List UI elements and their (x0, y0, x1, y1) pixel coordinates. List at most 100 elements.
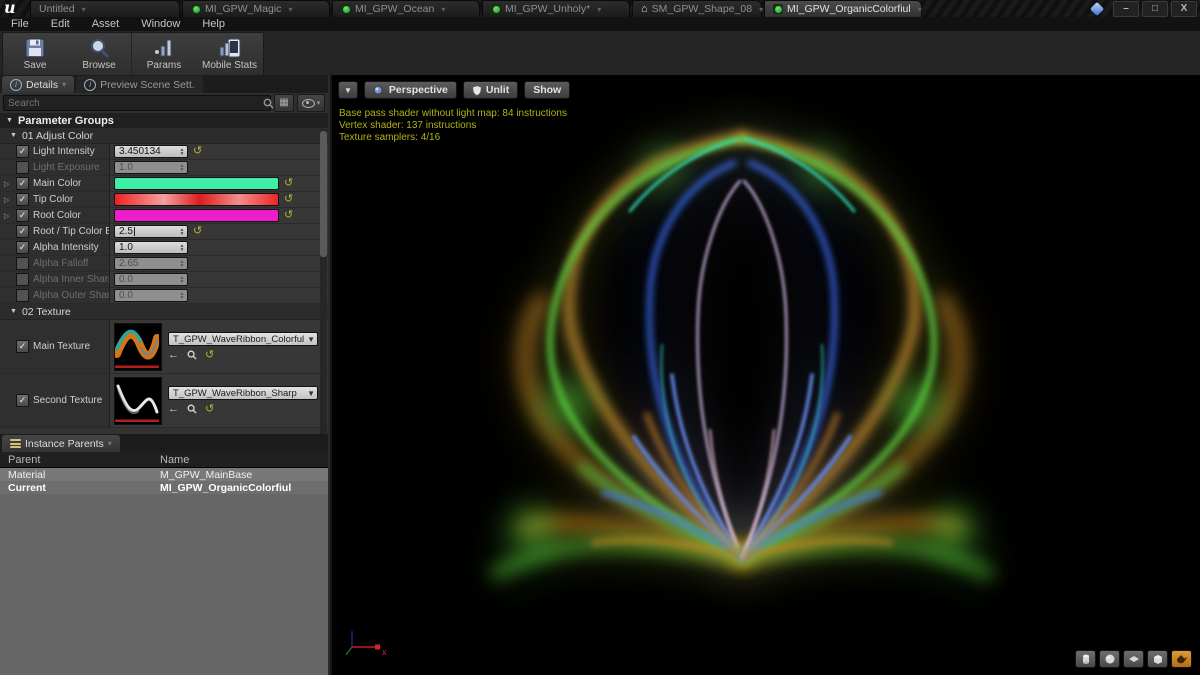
main-color-swatch[interactable] (114, 177, 279, 190)
show-button[interactable]: Show (524, 81, 571, 99)
reset-to-default-icon[interactable]: ↺ (284, 210, 293, 221)
perspective-button[interactable]: Perspective (363, 81, 457, 99)
tab-details[interactable]: i Details ▾ (2, 76, 75, 93)
tab-dropdown-icon[interactable]: ▾ (108, 439, 112, 448)
spinner-icon: ▲ ▼ (179, 259, 185, 269)
alpha-outer-sharper-input: 0.0 ▲ ▼ (114, 289, 188, 302)
mobile-stats-button[interactable]: Mobile Stats (196, 33, 263, 75)
tab-dropdown-icon[interactable]: ▾ (62, 80, 66, 89)
search-input[interactable] (3, 95, 271, 111)
scrollbar-thumb[interactable] (320, 131, 327, 257)
param-checkbox[interactable] (16, 257, 29, 270)
menu-asset[interactable]: Asset (81, 18, 131, 30)
tab-sm-gpw-shape-08[interactable]: ⌂ SM_GPW_Shape_08 ▾ (632, 0, 763, 17)
group-02-texture[interactable]: ▼ 02 Texture (0, 304, 328, 320)
param-checkbox[interactable]: ✓ (16, 394, 29, 407)
column-header-name[interactable]: Name (160, 454, 189, 466)
alpha-intensity-input[interactable]: 1.0 ▲ ▼ (114, 241, 188, 254)
root-tip-blend-input[interactable]: 2.5 ▲ ▼ (114, 225, 188, 238)
reset-to-default-icon[interactable]: ↺ (193, 146, 202, 157)
table-row-material[interactable]: Material M_GPW_MainBase (0, 468, 328, 481)
tip-color-swatch[interactable] (114, 193, 279, 206)
second-texture-asset-dropdown[interactable]: T_GPW_WaveRibbon_Sharp ▼ (168, 386, 318, 400)
tab-mi-gpw-unholy[interactable]: MI_GPW_Unholy* ▾ (482, 0, 630, 17)
stat-base-pass: Base pass shader without light map: 84 i… (339, 108, 567, 119)
tab-dropdown-icon[interactable]: ▾ (597, 5, 601, 14)
reset-to-default-icon[interactable]: ↺ (205, 403, 214, 415)
tab-mi-gpw-organiccolorful[interactable]: MI_GPW_OrganicColorfiul ▾ (764, 0, 922, 17)
reset-to-default-icon[interactable]: ↺ (193, 226, 202, 237)
param-checkbox[interactable]: ✓ (16, 225, 29, 238)
second-texture-thumbnail[interactable] (114, 376, 162, 425)
browse-to-asset-icon[interactable] (187, 404, 197, 414)
menu-edit[interactable]: Edit (40, 18, 81, 30)
param-checkbox[interactable] (16, 161, 29, 174)
expander-icon[interactable]: ▷ (4, 180, 12, 188)
maximize-button[interactable]: □ (1142, 1, 1168, 17)
menu-window[interactable]: Window (130, 18, 191, 30)
reset-to-default-icon[interactable]: ↺ (205, 349, 214, 361)
teapot-mesh-button[interactable] (1171, 650, 1192, 668)
reset-to-default-icon[interactable]: ↺ (284, 194, 293, 205)
group-01-adjust-color[interactable]: ▼ 01 Adjust Color (0, 128, 328, 144)
use-selected-asset-icon[interactable]: ← (168, 403, 179, 415)
tab-dropdown-icon[interactable]: ▾ (288, 5, 292, 14)
param-checkbox[interactable]: ✓ (16, 193, 29, 206)
table-row-current[interactable]: Current MI_GPW_OrganicColorfiul (0, 481, 328, 494)
main-texture-thumbnail[interactable] (114, 322, 162, 371)
tab-dropdown-icon[interactable]: ▾ (441, 5, 445, 14)
tab-mi-gpw-magic[interactable]: MI_GPW_Magic ▾ (182, 0, 330, 17)
expander-icon[interactable]: ▷ (4, 196, 12, 204)
material-preview-render[interactable] (332, 75, 1200, 673)
param-row-alpha-intensity: ✓ Alpha Intensity 1.0 ▲ ▼ (0, 240, 328, 256)
tab-dropdown-icon[interactable]: ▾ (918, 5, 922, 14)
tab-instance-parents[interactable]: Instance Parents ▾ (2, 435, 120, 452)
param-checkbox[interactable] (16, 273, 29, 286)
cube-mesh-button[interactable] (1147, 650, 1168, 668)
tab-dropdown-icon[interactable]: ▾ (759, 5, 763, 14)
reset-to-default-icon[interactable]: ↺ (284, 178, 293, 189)
material-preview-viewport[interactable]: ▼ Perspective Unlit Show Base pass shade… (330, 75, 1200, 675)
sphere-mesh-button[interactable] (1099, 650, 1120, 668)
root-color-swatch[interactable] (114, 209, 279, 222)
tab-dropdown-icon[interactable]: ▾ (82, 5, 86, 14)
preview-mesh-buttons (1075, 650, 1192, 668)
menu-file[interactable]: File (0, 18, 40, 30)
main-texture-asset-dropdown[interactable]: T_GPW_WaveRibbon_Colorful ▼ (168, 332, 318, 346)
save-button[interactable]: Save (3, 33, 67, 75)
display-filter-button[interactable]: ▦ (274, 94, 294, 112)
minimize-button[interactable]: – (1113, 1, 1139, 17)
tab-preview-scene-settings[interactable]: i Preview Scene Sett. (76, 76, 203, 93)
view-options-button[interactable]: ▾ (297, 94, 325, 112)
material-instance-icon (341, 4, 351, 14)
param-checkbox[interactable]: ✓ (16, 145, 29, 158)
tab-untitled[interactable]: Untitled ▾ (30, 0, 180, 17)
expander-icon[interactable]: ▷ (4, 212, 12, 220)
alpha-falloff-input: 2.65 ▲ ▼ (114, 257, 188, 270)
alpha-inner-sharper-input: 0.0 ▲ ▼ (114, 273, 188, 286)
light-intensity-input[interactable]: 3.450134 ▲ ▼ (114, 145, 188, 158)
menu-help[interactable]: Help (191, 18, 236, 30)
parameter-groups-header[interactable]: ▼ Parameter Groups (0, 113, 328, 128)
spinner-icon[interactable]: ▲ ▼ (178, 147, 186, 157)
spinner-icon: ▲ ▼ (179, 275, 185, 285)
spinner-icon[interactable]: ▲ ▼ (178, 243, 186, 253)
browse-to-asset-icon[interactable] (187, 350, 197, 360)
param-checkbox[interactable]: ✓ (16, 209, 29, 222)
cylinder-mesh-button[interactable] (1075, 650, 1096, 668)
column-header-parent[interactable]: Parent (0, 454, 160, 466)
tab-mi-gpw-ocean[interactable]: MI_GPW_Ocean ▾ (332, 0, 480, 17)
browse-button[interactable]: Browse (67, 33, 131, 75)
spinner-icon[interactable]: ▲ ▼ (178, 227, 186, 237)
viewport-options-button[interactable]: ▼ (338, 81, 358, 99)
param-checkbox[interactable]: ✓ (16, 177, 29, 190)
param-checkbox[interactable]: ✓ (16, 241, 29, 254)
use-selected-asset-icon[interactable]: ← (168, 349, 179, 361)
marketplace-icon[interactable] (1089, 1, 1105, 17)
param-checkbox[interactable]: ✓ (16, 340, 29, 353)
plane-mesh-button[interactable] (1123, 650, 1144, 668)
close-button[interactable]: X (1171, 1, 1197, 17)
unlit-button[interactable]: Unlit (462, 81, 519, 99)
param-checkbox[interactable] (16, 289, 29, 302)
params-button[interactable]: Params (131, 33, 196, 75)
